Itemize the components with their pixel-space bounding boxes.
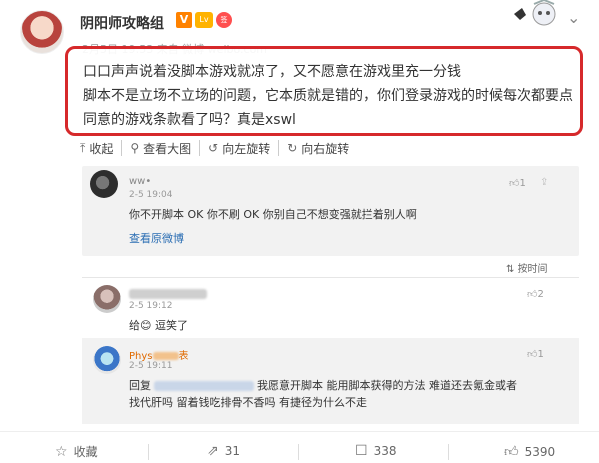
like-button[interactable]: 👍︎1 (527, 348, 544, 360)
favorite-label: 收藏 (73, 445, 98, 459)
view-large-label: 查看大图 (143, 141, 192, 156)
favorite-button[interactable]: ☆ 收藏 (55, 443, 98, 460)
thumbs-up-icon: 👍︎ (527, 289, 538, 300)
divider (448, 444, 449, 460)
divider (82, 277, 579, 278)
rotate-right-button[interactable]: ↻ 向右旋转 (279, 140, 357, 156)
avatar[interactable] (93, 346, 121, 374)
decorative-character-icon (514, 0, 556, 26)
user-badges: V Lv 签 (176, 12, 232, 28)
comment-icon: ☐ (355, 443, 368, 459)
rotate-right-icon: ↻ (287, 141, 298, 155)
image-toolbar: ⤒ 收起 ⚲ 查看大图 ↺ 向左旋转 ↻ 向右旋转 (80, 140, 357, 156)
reply-line-1: 我愿意开脚本 能用脚本获得的方法 难道还去氪金或者 (257, 379, 517, 392)
repost-count: 31 (224, 444, 241, 458)
like-button[interactable]: 👍︎ 5390 (504, 443, 555, 460)
post-header: 阴阳师攻略组 V Lv 签 ⌄ (0, 0, 599, 54)
collapse-button[interactable]: ⤒ 收起 (80, 140, 123, 156)
post-line-2: 脚本不是立场不立场的问题，它本质就是错的，你们登录游戏的时候每次都要点 (83, 88, 573, 104)
search-icon: ⚲ (130, 141, 140, 155)
like-count: 2 (537, 289, 544, 300)
thumbs-up-icon: 👍︎ (504, 444, 519, 460)
repost-button[interactable]: ⇗ 31 (207, 443, 240, 459)
collapse-icon: ⤒ (80, 140, 86, 155)
collapse-label: 收起 (89, 141, 114, 156)
comment-username[interactable]: ww• (129, 176, 151, 187)
repost-icon: ⇗ (207, 443, 219, 459)
comment-count: 338 (373, 444, 397, 458)
post-action-bar: ☆ 收藏 ⇗ 31 ☐ 338 👍︎ 5390 (0, 431, 599, 463)
thumbs-up-icon: 👍︎ (527, 349, 538, 360)
comment-text: 给😊 逗笑了 (129, 319, 188, 332)
signin-badge-icon[interactable]: 签 (216, 12, 232, 28)
sort-label: 按时间 (517, 264, 548, 275)
like-count: 1 (519, 178, 526, 189)
rotate-left-icon: ↺ (208, 141, 219, 155)
avatar[interactable] (90, 170, 118, 198)
comment-username-blurred[interactable] (129, 289, 207, 300)
rotate-left-button[interactable]: ↺ 向左旋转 (200, 140, 280, 156)
view-large-button[interactable]: ⚲ 查看大图 (122, 140, 201, 156)
chevron-down-icon[interactable]: ⌄ (567, 8, 580, 27)
username[interactable]: 阴阳师攻略组 (80, 13, 164, 33)
avatar[interactable] (93, 285, 121, 313)
post-text: 口口声声说着没脚本游戏就凉了，又不愿意在游戏里充一分钱 脚本不是立场不立场的问题… (83, 60, 578, 132)
avatar[interactable] (20, 10, 64, 54)
reply-text-line-2: 找代肝吗 留着钱吃排骨不香吗 有捷径为什么不走 (129, 396, 367, 409)
thumbs-up-icon: 👍︎ (509, 178, 520, 189)
reply-username[interactable]: Phys 表 (129, 347, 189, 362)
comment-text: 你不开脚本 OK 你不刷 OK 你别自己不想变强就拦着别人啊 (129, 208, 417, 221)
like-count: 1 (537, 349, 544, 360)
post-line-1: 口口声声说着没脚本游戏就凉了，又不愿意在游戏里充一分钱 (83, 64, 461, 80)
view-original-link[interactable]: 查看原微博 (129, 230, 184, 246)
reply-time: 2-5 19:11 (129, 361, 173, 371)
divider (148, 444, 149, 460)
sort-by-time-button[interactable]: ⇅ 按时间 (506, 260, 548, 275)
reply-username-suffix: 表 (178, 351, 189, 362)
like-count: 5390 (524, 444, 556, 459)
rotate-right-label: 向右旋转 (301, 141, 350, 156)
like-button[interactable]: 👍︎1 (509, 177, 526, 189)
comment-button[interactable]: ☐ 338 (355, 443, 396, 459)
star-icon: ☆ (55, 443, 68, 460)
comment-time: 2-5 19:04 (129, 190, 173, 200)
divider (298, 444, 299, 460)
share-icon[interactable]: ⇪ (540, 177, 548, 188)
rotate-left-label: 向左旋转 (222, 141, 271, 156)
level-badge-icon[interactable]: Lv (195, 12, 213, 28)
like-button[interactable]: 👍︎2 (527, 288, 544, 300)
sort-icon: ⇅ (506, 264, 518, 275)
verified-badge-icon[interactable]: V (176, 12, 192, 28)
comment-time: 2-5 19:12 (129, 301, 173, 311)
reply-text-line-1: 回复 我愿意开脚本 能用脚本获得的方法 难道还去氪金或者 (129, 377, 517, 393)
post-line-3: 同意的游戏条款看了吗？真是xswl (83, 112, 296, 128)
reply-prefix: 回复 (129, 379, 151, 392)
